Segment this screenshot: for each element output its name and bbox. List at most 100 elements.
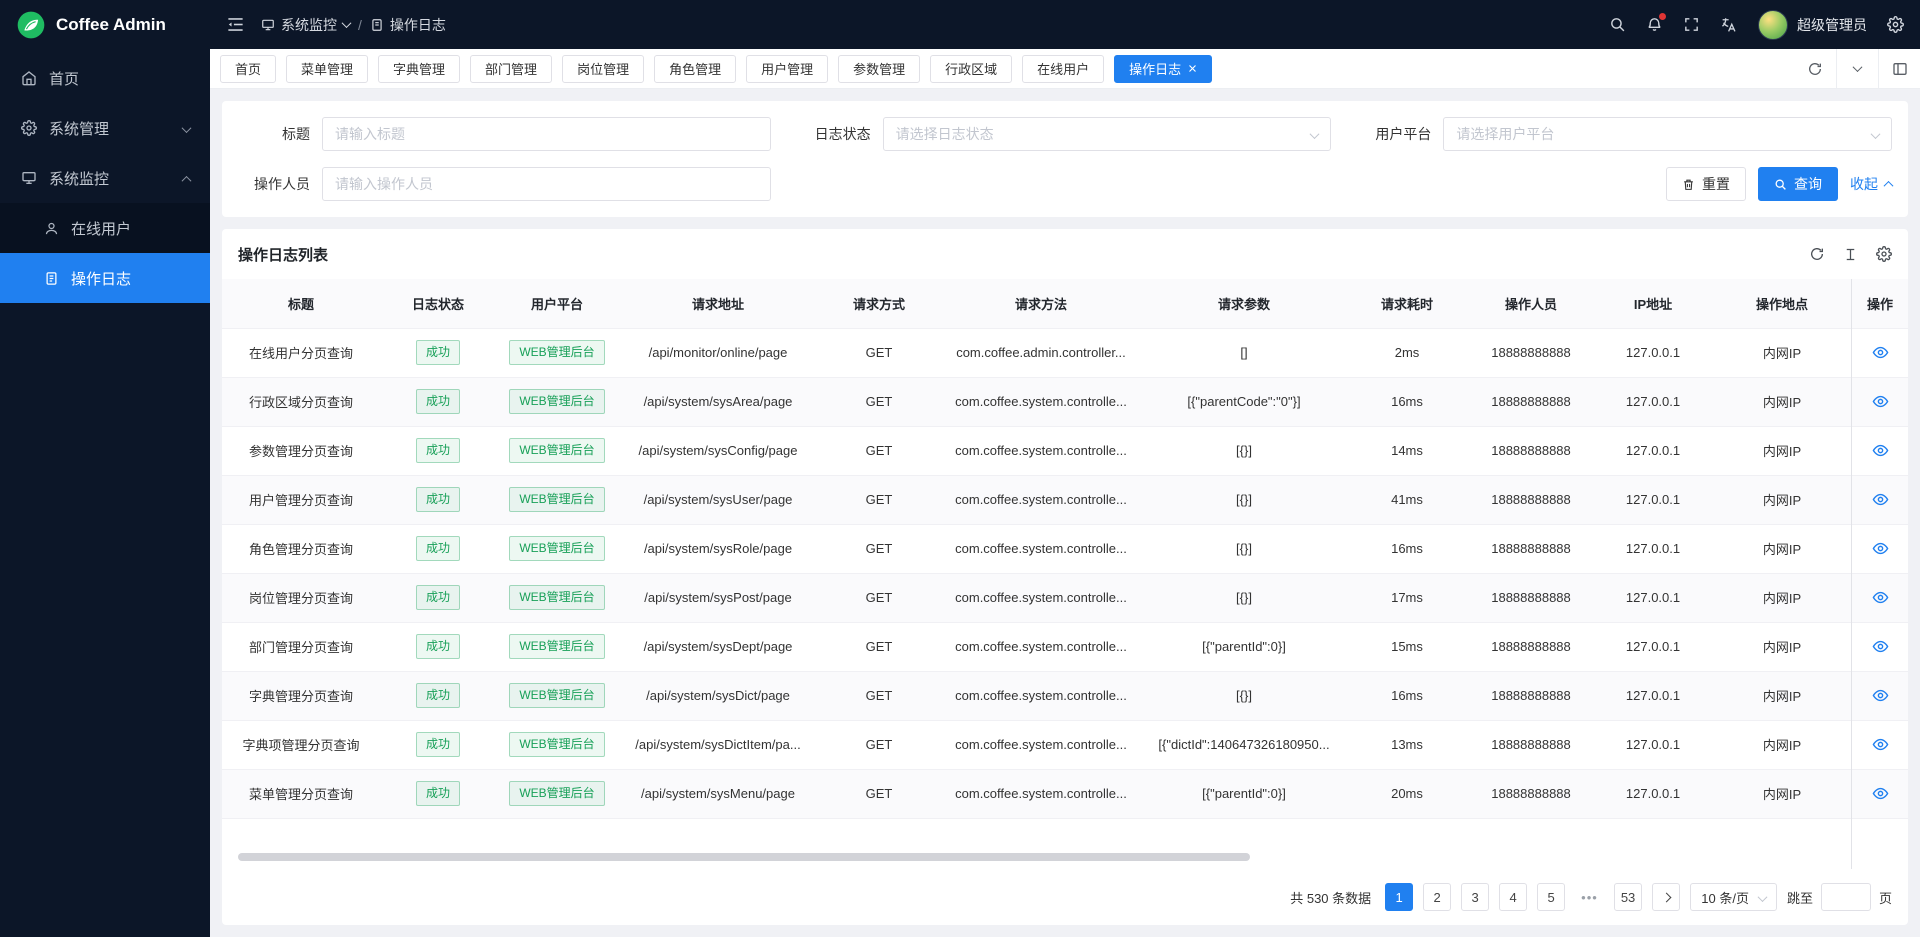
cell-ip: 127.0.0.1 <box>1594 426 1712 475</box>
tab[interactable]: 操作日志 <box>1114 55 1212 83</box>
tab[interactable]: 首页 <box>220 55 276 83</box>
fullscreen-icon[interactable] <box>1683 16 1700 33</box>
cell-operator: 18888888888 <box>1468 328 1594 377</box>
tab[interactable]: 岗位管理 <box>562 55 644 83</box>
view-detail-eye-icon[interactable] <box>1872 393 1889 410</box>
view-detail-eye-icon[interactable] <box>1872 540 1889 557</box>
page-number-label: 3 <box>1472 890 1479 905</box>
title-input[interactable] <box>335 126 758 142</box>
user-icon <box>42 221 60 236</box>
cell-request-url: /api/system/sysRole/page <box>618 524 818 573</box>
topbar: 系统监控 / 操作日志 <box>210 0 1920 49</box>
status-badge: 成功 <box>416 536 460 560</box>
page-number-button[interactable]: 1 <box>1385 883 1413 911</box>
chevron-up-icon <box>183 170 190 187</box>
table-row: 角色管理分页查询 成功 WEB管理后台 /api/system/sysRole/… <box>222 524 1908 573</box>
sidebar-item-operation-log[interactable]: 操作日志 <box>0 253 210 303</box>
platform-select[interactable]: 请选择用户平台 <box>1443 117 1892 151</box>
sidebar-item-system-management[interactable]: 系统管理 <box>0 103 210 153</box>
cell-actions <box>1852 622 1908 671</box>
cell-request-params: [{"dictId":140647326180950... <box>1142 720 1346 769</box>
view-detail-eye-icon[interactable] <box>1872 442 1889 459</box>
view-detail-eye-icon[interactable] <box>1872 491 1889 508</box>
horizontal-scrollbar[interactable] <box>238 853 1250 861</box>
tab[interactable]: 部门管理 <box>470 55 552 83</box>
view-detail-eye-icon[interactable] <box>1872 736 1889 753</box>
refresh-icon[interactable] <box>1794 49 1836 88</box>
collapse-filters-button[interactable]: 收起 <box>1850 174 1892 194</box>
cell-status: 成功 <box>380 720 496 769</box>
sidebar-collapse-icon[interactable] <box>226 15 245 34</box>
tab[interactable]: 参数管理 <box>838 55 920 83</box>
operator-input-wrap <box>322 167 771 201</box>
table-settings-gear-icon[interactable] <box>1876 246 1892 262</box>
jump-page-input[interactable] <box>1821 883 1871 911</box>
filter-field-platform: 用户平台 请选择用户平台 <box>1359 117 1892 151</box>
view-detail-eye-icon[interactable] <box>1872 344 1889 361</box>
user-menu[interactable]: 超级管理员 <box>1758 10 1867 40</box>
settings-gear-icon[interactable] <box>1887 16 1904 33</box>
content-fullscreen-icon[interactable] <box>1878 49 1920 88</box>
tab-label: 岗位管理 <box>577 59 629 78</box>
page-number-button[interactable]: 5 <box>1537 883 1565 911</box>
view-detail-eye-icon[interactable] <box>1872 589 1889 606</box>
cell-actions <box>1852 720 1908 769</box>
tab[interactable]: 用户管理 <box>746 55 828 83</box>
status-placeholder: 请选择日志状态 <box>896 124 994 144</box>
page-size-select[interactable]: 10 条/页 <box>1690 883 1777 911</box>
cell-request-params: [{}] <box>1142 524 1346 573</box>
cell-ip: 127.0.0.1 <box>1594 524 1712 573</box>
translate-icon[interactable] <box>1720 16 1738 34</box>
page-number-button[interactable]: 53 <box>1614 883 1642 911</box>
view-detail-eye-icon[interactable] <box>1872 687 1889 704</box>
cell-location: 内网IP <box>1712 426 1852 475</box>
page-number-button[interactable]: 4 <box>1499 883 1527 911</box>
next-page-button[interactable] <box>1652 883 1680 911</box>
cell-platform: WEB管理后台 <box>496 720 618 769</box>
content: 标题 日志状态 请选择日志状态 用户平台 请选择用户平台 <box>210 89 1920 937</box>
search-icon[interactable] <box>1609 16 1626 33</box>
app-logo[interactable]: Coffee Admin <box>0 0 210 49</box>
cell-actions <box>1852 475 1908 524</box>
refresh-icon[interactable] <box>1809 246 1825 262</box>
cell-status: 成功 <box>380 671 496 720</box>
filter-actions: 重置 查询 收起 <box>799 167 1892 201</box>
status-badge: 成功 <box>416 340 460 364</box>
page-number-button[interactable]: ••• <box>1575 883 1604 911</box>
tab[interactable]: 菜单管理 <box>286 55 368 83</box>
operator-input[interactable] <box>335 176 758 192</box>
sidebar-item-online-users[interactable]: 在线用户 <box>0 203 210 253</box>
page-number-button[interactable]: 3 <box>1461 883 1489 911</box>
column-header: 请求参数 <box>1142 279 1346 328</box>
table-row: 在线用户分页查询 成功 WEB管理后台 /api/monitor/online/… <box>222 328 1908 377</box>
density-icon[interactable] <box>1843 247 1858 262</box>
sidebar-item-home[interactable]: 首页 <box>0 53 210 103</box>
reset-button[interactable]: 重置 <box>1666 167 1746 201</box>
sidebar-item-label: 操作日志 <box>71 268 131 289</box>
sidebar-item-system-monitor[interactable]: 系统监控 <box>0 153 210 203</box>
tab[interactable]: 行政区域 <box>930 55 1012 83</box>
tab[interactable]: 角色管理 <box>654 55 736 83</box>
chevron-down-icon <box>1311 126 1318 142</box>
chevron-down-icon <box>1759 890 1766 905</box>
status-label: 日志状态 <box>799 124 871 144</box>
tab[interactable]: 在线用户 <box>1022 55 1104 83</box>
bell-icon[interactable] <box>1646 16 1663 33</box>
cell-actions <box>1852 573 1908 622</box>
breadcrumb-parent[interactable]: 系统监控 <box>261 15 350 35</box>
page-jump: 跳至 页 <box>1787 883 1892 911</box>
fixed-column-divider <box>1851 279 1852 869</box>
cell-location: 内网IP <box>1712 524 1852 573</box>
tab[interactable]: 字典管理 <box>378 55 460 83</box>
view-detail-eye-icon[interactable] <box>1872 785 1889 802</box>
tab-actions-chevron-icon[interactable] <box>1836 49 1878 88</box>
cell-status: 成功 <box>380 769 496 818</box>
tab-close-icon[interactable] <box>1188 64 1197 73</box>
view-detail-eye-icon[interactable] <box>1872 638 1889 655</box>
page-number-button[interactable]: 2 <box>1423 883 1451 911</box>
table-row: 字典管理分页查询 成功 WEB管理后台 /api/system/sysDict/… <box>222 671 1908 720</box>
status-select[interactable]: 请选择日志状态 <box>883 117 1332 151</box>
cell-operator: 18888888888 <box>1468 426 1594 475</box>
query-button[interactable]: 查询 <box>1758 167 1838 201</box>
page-number-label: 5 <box>1548 890 1555 905</box>
